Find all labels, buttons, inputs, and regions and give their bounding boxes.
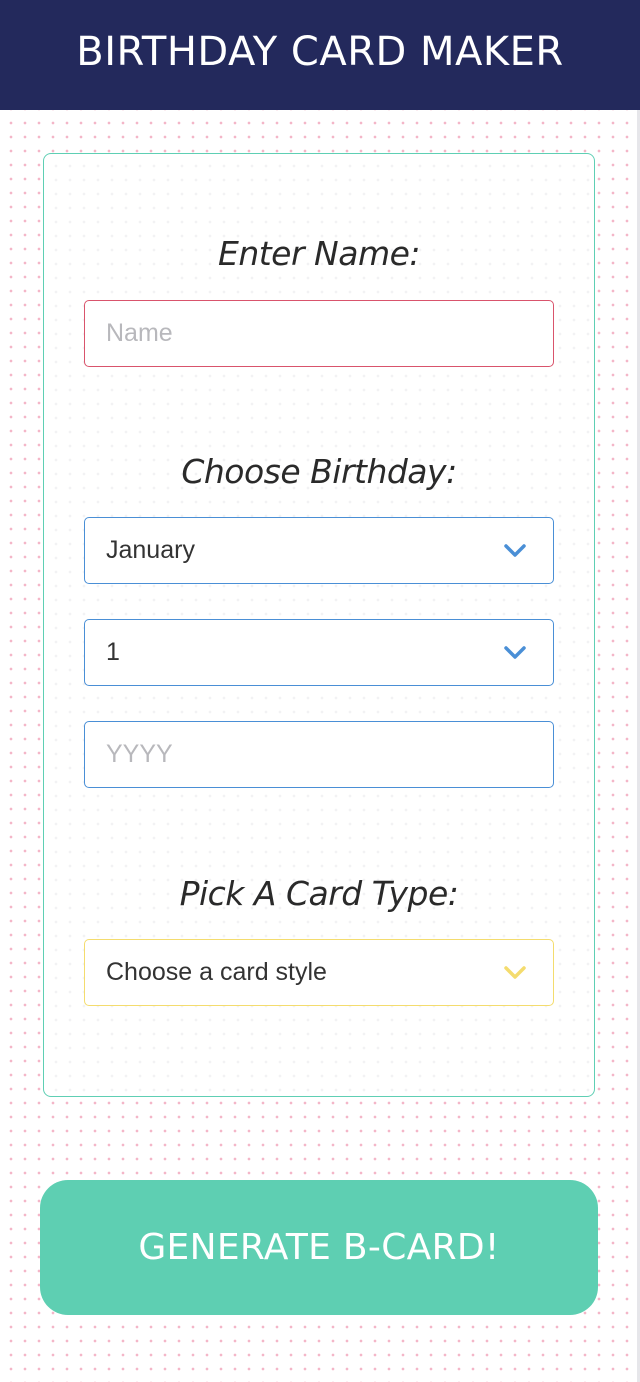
- card-style-select-value: Choose a card style: [106, 958, 327, 986]
- day-select-value: 1: [106, 638, 120, 666]
- card-style-select[interactable]: Choose a card style: [84, 939, 554, 1006]
- name-input-placeholder: Name: [106, 319, 173, 347]
- year-input[interactable]: YYYY: [84, 721, 554, 788]
- chevron-down-icon: [504, 543, 526, 557]
- day-select[interactable]: 1: [84, 619, 554, 686]
- chevron-down-icon: [504, 645, 526, 659]
- chevron-down-icon: [504, 965, 526, 979]
- card-type-section-label: Pick A Card Type:: [179, 874, 459, 913]
- generate-card-button[interactable]: GENERATE B-CARD!: [40, 1180, 598, 1315]
- card-form: Enter Name: Name Choose Birthday: Januar…: [43, 153, 595, 1097]
- app-title: BIRTHDAY CARD MAKER: [76, 29, 564, 75]
- name-section-label: Enter Name:: [217, 234, 421, 273]
- name-input[interactable]: Name: [84, 300, 554, 367]
- year-input-placeholder: YYYY: [106, 740, 173, 768]
- app-header: BIRTHDAY CARD MAKER: [0, 0, 640, 110]
- birthday-section-label: Choose Birthday:: [181, 452, 457, 491]
- month-select-value: January: [106, 536, 195, 564]
- month-select[interactable]: January: [84, 517, 554, 584]
